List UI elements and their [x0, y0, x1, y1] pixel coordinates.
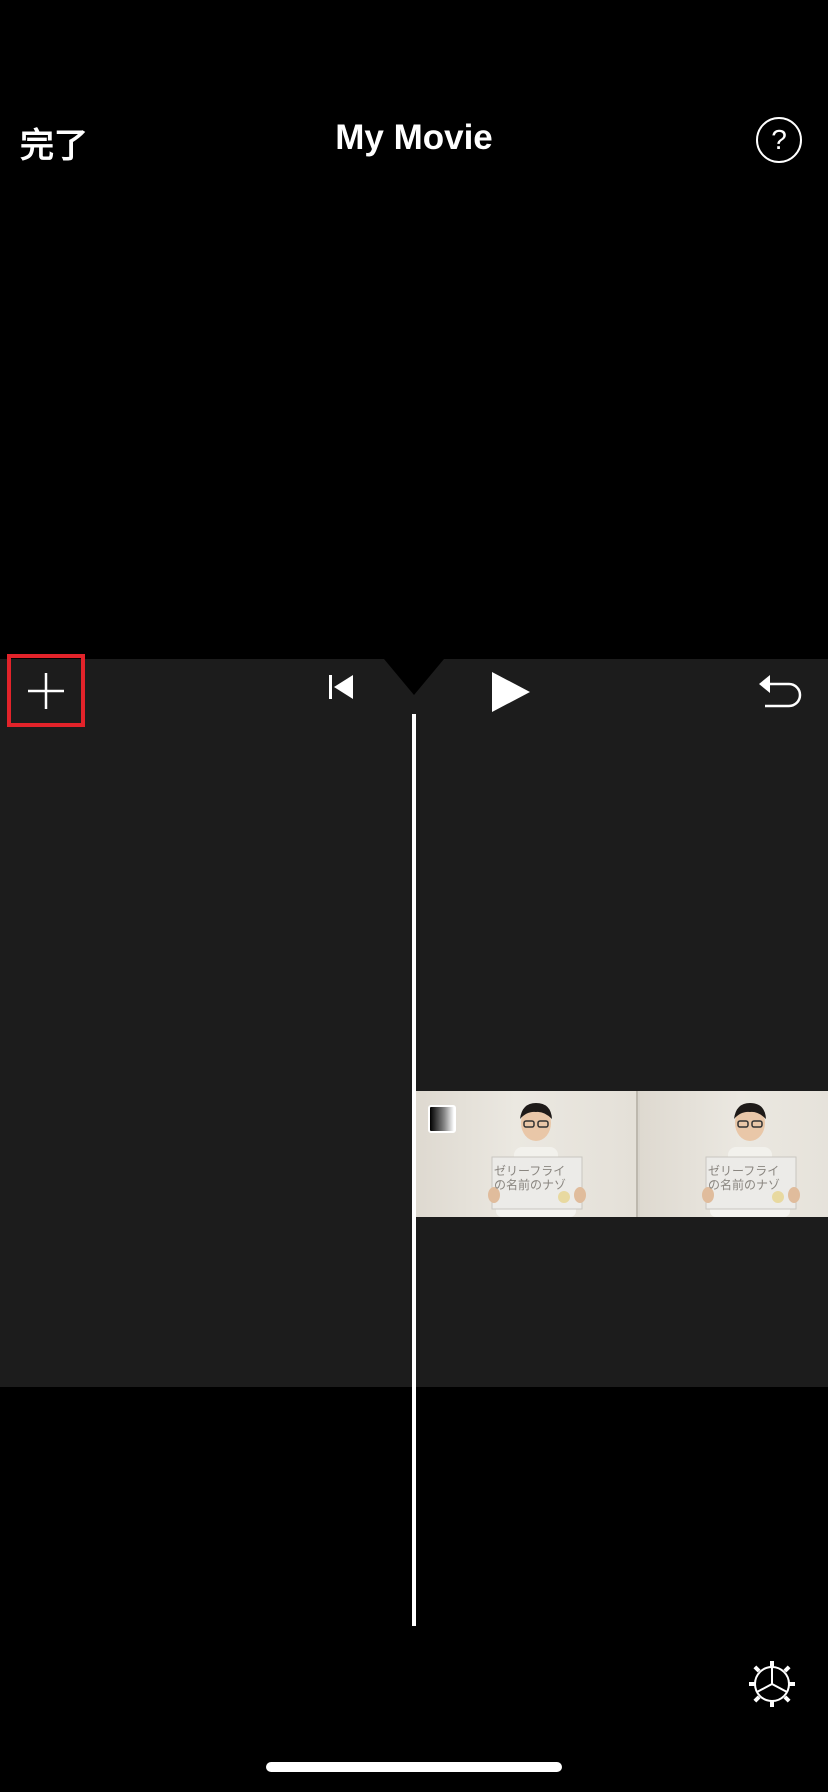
sign-text: ゼリーフライの名前のナゾ: [708, 1164, 781, 1192]
playhead-notch: [384, 659, 444, 695]
home-indicator: [266, 1762, 562, 1772]
add-media-button[interactable]: [7, 654, 85, 727]
gear-icon: [749, 1661, 795, 1707]
undo-button[interactable]: [757, 672, 803, 714]
video-clip[interactable]: ゼリーフライの名前のナゾ ゼリーフライの名前のナゾ: [416, 1091, 828, 1217]
project-settings-button[interactable]: [748, 1660, 796, 1712]
navigation-bar: 完了 My Movie ?: [0, 0, 828, 200]
question-mark-icon: ?: [771, 124, 787, 155]
help-button[interactable]: ?: [756, 117, 802, 163]
skip-to-start-button[interactable]: [326, 672, 356, 706]
transition-icon[interactable]: [428, 1105, 456, 1133]
undo-icon: [759, 675, 802, 708]
person-figure: [488, 1103, 586, 1217]
video-preview: [0, 200, 828, 659]
person-figure: [702, 1103, 800, 1217]
play-icon: [492, 672, 530, 712]
skip-to-start-icon: [329, 675, 353, 699]
plus-icon: [28, 673, 64, 709]
sign-text: ゼリーフライの名前のナゾ: [494, 1164, 567, 1192]
clip-thumbnail: ゼリーフライの名前のナゾ: [640, 1091, 828, 1217]
page-title: My Movie: [335, 118, 493, 157]
play-button[interactable]: [490, 670, 532, 718]
